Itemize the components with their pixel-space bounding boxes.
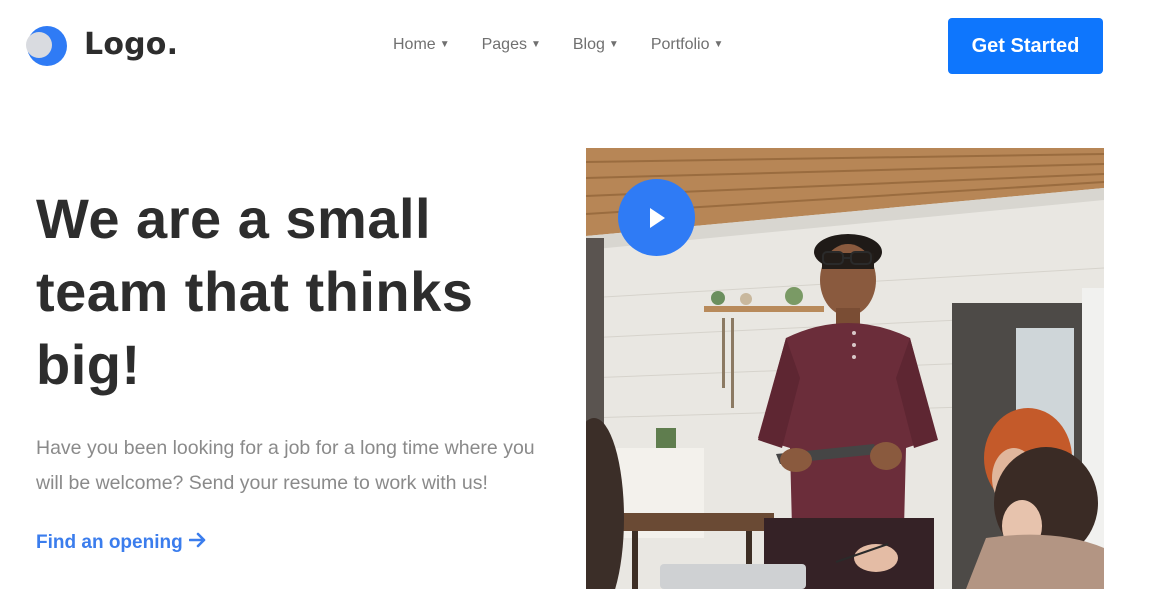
logo[interactable]: Logo.: [26, 20, 178, 72]
caret-down-icon: ▼: [530, 39, 541, 50]
nav-item-home[interactable]: Home ▼: [393, 36, 450, 54]
play-video-button[interactable]: [618, 179, 695, 256]
get-started-button[interactable]: Get Started: [948, 18, 1103, 74]
caret-down-icon: ▼: [439, 39, 450, 50]
nav-item-label: Pages: [481, 36, 527, 53]
main-nav: Home ▼ Pages ▼ Blog ▼ Portfolio ▼: [393, 36, 755, 54]
nav-item-pages[interactable]: Pages ▼: [482, 36, 541, 54]
play-icon: [649, 207, 665, 228]
hero-title-line: We are a small: [36, 187, 432, 250]
hero-title: We are a small team that thinks big!: [36, 182, 556, 401]
nav-item-label: Portfolio: [650, 36, 710, 53]
hero-video-image[interactable]: [586, 148, 1104, 589]
site-header: Logo. Home ▼ Pages ▼ Blog ▼ Portfolio ▼ …: [0, 0, 1153, 92]
find-opening-link[interactable]: Find an opening: [36, 532, 207, 554]
caret-down-icon: ▼: [608, 39, 619, 50]
caret-down-icon: ▼: [713, 39, 724, 50]
nav-item-portfolio[interactable]: Portfolio ▼: [651, 36, 724, 54]
crescent-circle-logo-icon: [26, 20, 70, 72]
arrow-right-icon: [188, 532, 207, 554]
nav-item-label: Home: [393, 36, 436, 53]
hero-title-line: big!: [36, 333, 141, 396]
nav-item-label: Blog: [572, 36, 605, 53]
logo-text: Logo.: [84, 26, 179, 62]
nav-item-blog[interactable]: Blog ▼: [573, 36, 619, 54]
hero-description: Have you been looking for a job for a lo…: [36, 437, 535, 494]
find-opening-link-label: Find an opening: [36, 532, 183, 553]
hero-title-line: team that thinks: [36, 260, 474, 323]
